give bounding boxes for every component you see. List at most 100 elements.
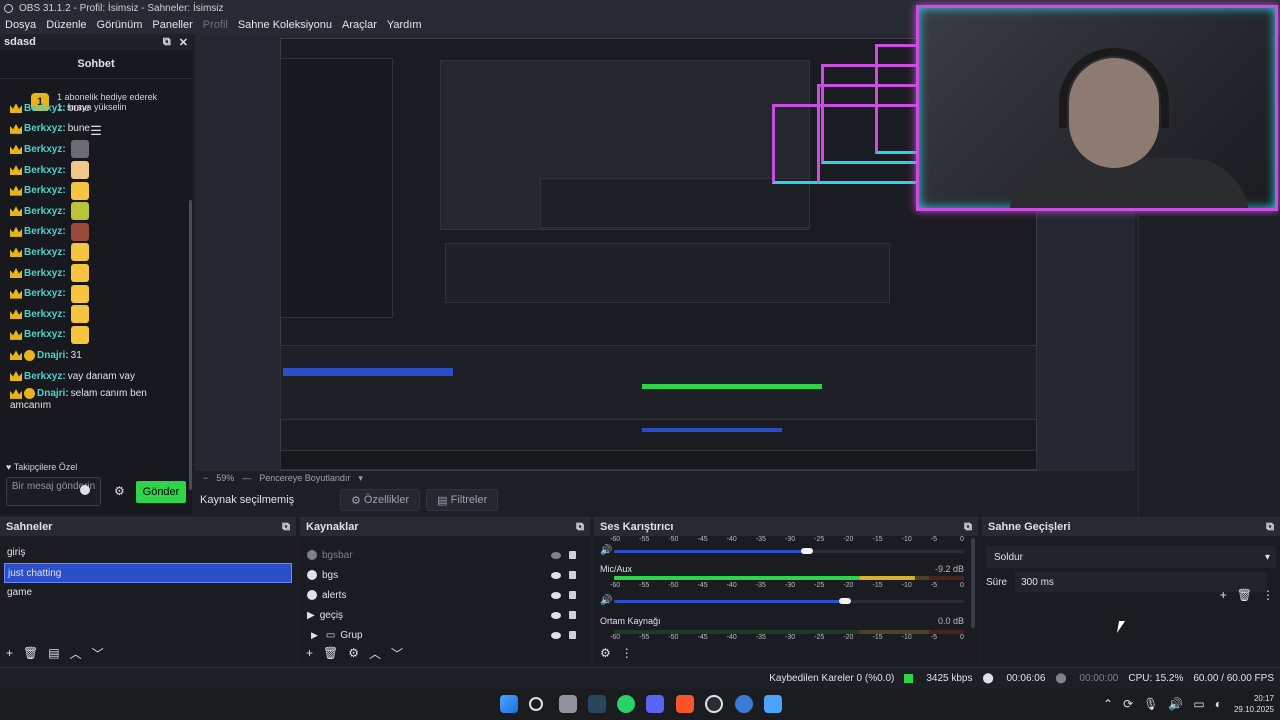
- meter-tick-label: -5: [930, 634, 938, 641]
- source-item-bgs[interactable]: bgs: [300, 565, 590, 585]
- menu-help[interactable]: Yardım: [387, 19, 422, 31]
- trash-icon[interactable]: 🗑: [23, 646, 38, 660]
- menu-edit[interactable]: Düzenle: [46, 19, 86, 31]
- chevron-down-icon[interactable]: ﹀: [391, 645, 403, 662]
- transitions-title: Sahne Geçişleri: [988, 521, 1071, 533]
- zoom-in-icon[interactable]: —: [242, 473, 251, 483]
- chat-username[interactable]: Dnajri:: [37, 350, 69, 361]
- chat-username[interactable]: Berkxyz:: [24, 103, 66, 114]
- menu-tools[interactable]: Araçlar: [342, 19, 377, 31]
- add-icon[interactable]: +: [6, 646, 13, 660]
- clock[interactable]: 20:17 29.10.2025: [1234, 693, 1274, 715]
- whatsapp-icon[interactable]: [617, 695, 635, 713]
- more-icon[interactable]: ⋮: [621, 646, 633, 660]
- menu-scene-collection[interactable]: Sahne Koleksiyonu: [238, 19, 332, 31]
- speaker-icon[interactable]: 🔊: [1168, 697, 1183, 711]
- source-item-alerts[interactable]: alerts: [300, 585, 590, 605]
- scene-item-just-chatting[interactable]: just chatting: [4, 563, 292, 583]
- app-icon[interactable]: [735, 695, 753, 713]
- eye-icon[interactable]: [551, 571, 561, 579]
- emoji-icon[interactable]: [80, 485, 90, 495]
- undock-icon[interactable]: ⧉: [964, 521, 972, 534]
- monitor-icon[interactable]: ▭: [1193, 697, 1204, 711]
- eye-icon[interactable]: [551, 611, 561, 619]
- chat-username[interactable]: Berkxyz:: [24, 268, 66, 279]
- expand-icon[interactable]: ▶: [311, 630, 318, 641]
- chat-username[interactable]: Berkxyz:: [24, 165, 66, 176]
- search-icon[interactable]: [529, 697, 543, 711]
- undock-icon[interactable]: ⧉: [1266, 521, 1274, 534]
- mixer-settings-icon[interactable]: ⚙: [600, 646, 611, 660]
- source-item-gecis[interactable]: ▶ geçiş: [300, 605, 590, 625]
- mic-icon[interactable]: 🎙: [1143, 697, 1158, 711]
- mixer-scrollbar[interactable]: [971, 538, 975, 628]
- scene-item-game[interactable]: game: [0, 583, 296, 603]
- chevron-up-icon[interactable]: ⌃: [1103, 697, 1113, 711]
- eye-icon[interactable]: [551, 631, 561, 639]
- more-icon[interactable]: ⋮: [1262, 588, 1274, 602]
- properties-button[interactable]: ⚙ Özellikler: [340, 489, 421, 511]
- file-explorer-icon[interactable]: [559, 695, 577, 713]
- chat-username[interactable]: Berkxyz:: [24, 288, 66, 299]
- menu-profile[interactable]: Profil: [203, 19, 228, 31]
- chat-username[interactable]: Berkxyz:: [24, 206, 66, 217]
- lock-icon[interactable]: [569, 611, 576, 619]
- menu-view[interactable]: Görünüm: [97, 19, 143, 31]
- crown-badge-icon: [10, 268, 22, 279]
- speaker-icon[interactable]: 🔊: [600, 595, 612, 606]
- volume-knob[interactable]: [839, 598, 851, 604]
- chat-username[interactable]: Berkxyz:: [24, 309, 66, 320]
- add-icon[interactable]: +: [1220, 588, 1227, 602]
- trash-icon[interactable]: 🗑: [323, 646, 338, 660]
- chevron-down-icon[interactable]: ▾: [358, 473, 363, 484]
- emote-icon: [70, 161, 89, 180]
- menu-file[interactable]: Dosya: [5, 19, 36, 31]
- chat-username[interactable]: Berkxyz:: [24, 371, 66, 382]
- sync-icon[interactable]: ⟳: [1123, 697, 1133, 711]
- chat-username[interactable]: Berkxyz:: [24, 185, 66, 196]
- chat-username[interactable]: Berkxyz:: [24, 123, 66, 134]
- eye-hidden-icon[interactable]: [551, 551, 561, 559]
- filter-icon[interactable]: ▤: [48, 646, 59, 660]
- zoom-out-icon[interactable]: −: [203, 473, 208, 483]
- obs-icon[interactable]: [705, 695, 723, 713]
- undock-icon[interactable]: ⧉: [576, 521, 584, 534]
- source-item-bgsbar[interactable]: bgsbar: [300, 545, 590, 565]
- chat-username[interactable]: Berkxyz:: [24, 247, 66, 258]
- lock-icon[interactable]: [569, 591, 576, 599]
- chat-username[interactable]: Berkxyz:: [24, 226, 66, 237]
- sources-dock: Kaynaklar ⧉ bgsbar bgs alerts ▶ geçiş ▶ ▭ Gr…: [300, 517, 590, 665]
- undock-icon[interactable]: ⧉: [163, 36, 171, 49]
- chat-scrollbar[interactable]: [189, 200, 192, 490]
- lock-icon[interactable]: [569, 551, 576, 559]
- menu-docks[interactable]: Paneller: [152, 19, 192, 31]
- transition-select[interactable]: Soldur ▾: [986, 546, 1276, 568]
- lock-icon[interactable]: [569, 631, 576, 639]
- chevron-down-icon[interactable]: ﹀: [92, 645, 104, 662]
- undock-icon[interactable]: ⧉: [282, 521, 290, 534]
- filters-button[interactable]: ▤ Filtreler: [426, 489, 499, 511]
- windows-start-icon[interactable]: [500, 695, 518, 713]
- send-button[interactable]: Gönder: [136, 481, 186, 503]
- chevron-up-icon[interactable]: ︿: [369, 645, 381, 662]
- add-icon[interactable]: +: [306, 646, 313, 660]
- g-app-icon[interactable]: [764, 695, 782, 713]
- emote-icon: [70, 264, 89, 283]
- steam-icon[interactable]: [588, 695, 606, 713]
- volume-icon[interactable]: ◐: [1215, 697, 1222, 711]
- brave-icon[interactable]: [676, 695, 694, 713]
- discord-icon[interactable]: [646, 695, 664, 713]
- fit-to-window[interactable]: Pencereye Boyutlandır: [259, 473, 350, 483]
- scene-item-giris[interactable]: giriş: [0, 543, 296, 563]
- gear-icon[interactable]: ⚙: [348, 646, 359, 660]
- trash-icon[interactable]: 🗑: [1237, 588, 1252, 602]
- chat-username[interactable]: Berkxyz:: [24, 144, 66, 155]
- close-icon[interactable]: ✕: [179, 36, 188, 49]
- volume-knob[interactable]: [800, 548, 813, 554]
- chat-username[interactable]: Berkxyz:: [24, 329, 66, 340]
- chat-settings-icon[interactable]: ⚙: [114, 484, 125, 498]
- speaker-icon[interactable]: 🔊: [600, 545, 612, 556]
- lock-icon[interactable]: [569, 571, 576, 579]
- chevron-up-icon[interactable]: ︿: [70, 645, 82, 662]
- eye-icon[interactable]: [551, 591, 561, 599]
